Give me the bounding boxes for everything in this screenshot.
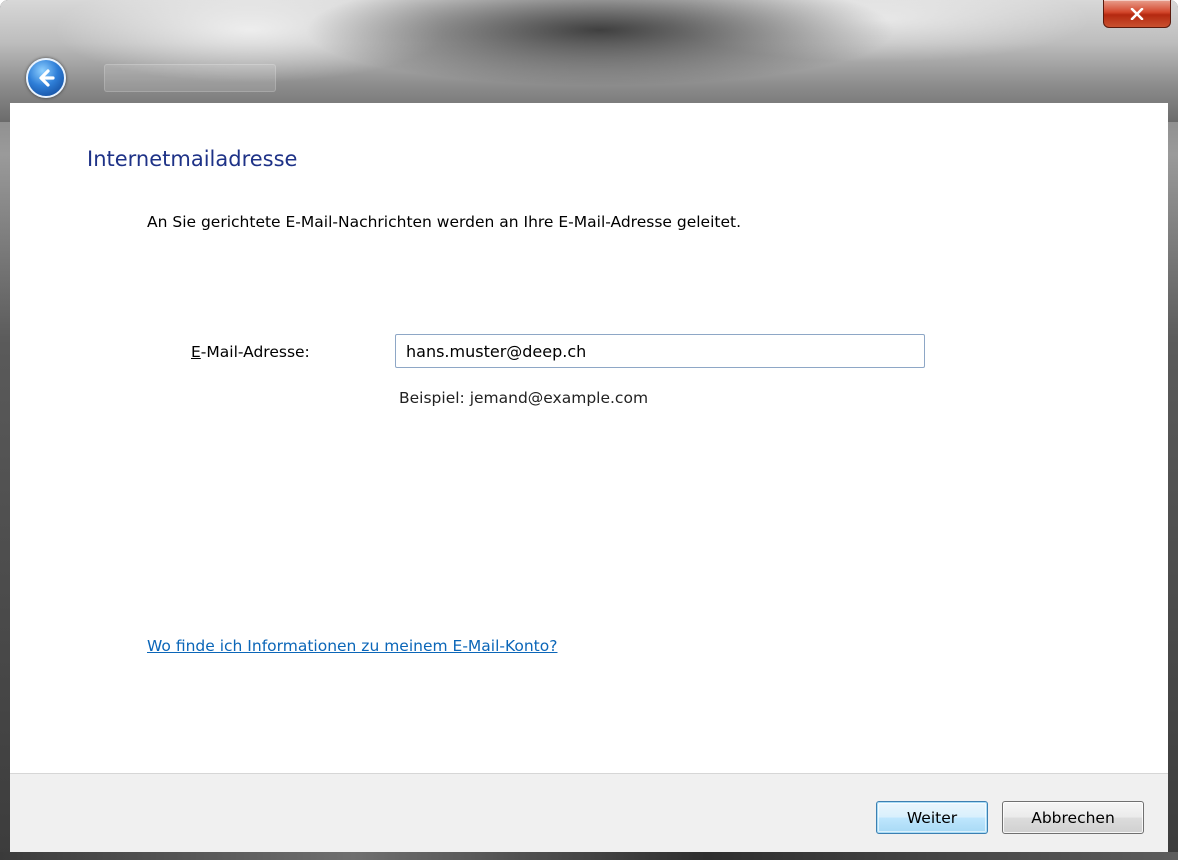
breadcrumb <box>104 64 276 92</box>
email-field[interactable] <box>395 334 925 368</box>
window-frame-bottom <box>0 852 1178 860</box>
next-button[interactable]: Weiter <box>876 801 988 834</box>
close-icon <box>1130 7 1144 20</box>
button-bar: Weiter Abbrechen <box>10 773 1168 853</box>
email-example-hint: Beispiel: jemand@example.com <box>399 389 649 407</box>
wizard-window: Internetmailadresse An Sie gerichtete E-… <box>0 0 1178 860</box>
email-label-text: -Mail-Adresse: <box>200 343 310 361</box>
help-link[interactable]: Wo finde ich Informationen zu meinem E-M… <box>147 637 557 655</box>
close-button[interactable] <box>1103 0 1171 28</box>
content-panel: Internetmailadresse An Sie gerichtete E-… <box>10 102 1168 773</box>
back-arrow-icon <box>39 69 55 87</box>
page-title: Internetmailadresse <box>87 147 298 171</box>
back-button[interactable] <box>26 58 66 98</box>
email-label: E-Mail-Adresse: <box>191 343 310 361</box>
email-label-mnemonic: E <box>191 343 201 361</box>
cancel-button[interactable]: Abbrechen <box>1002 801 1144 834</box>
description-text: An Sie gerichtete E-Mail-Nachrichten wer… <box>147 213 742 231</box>
